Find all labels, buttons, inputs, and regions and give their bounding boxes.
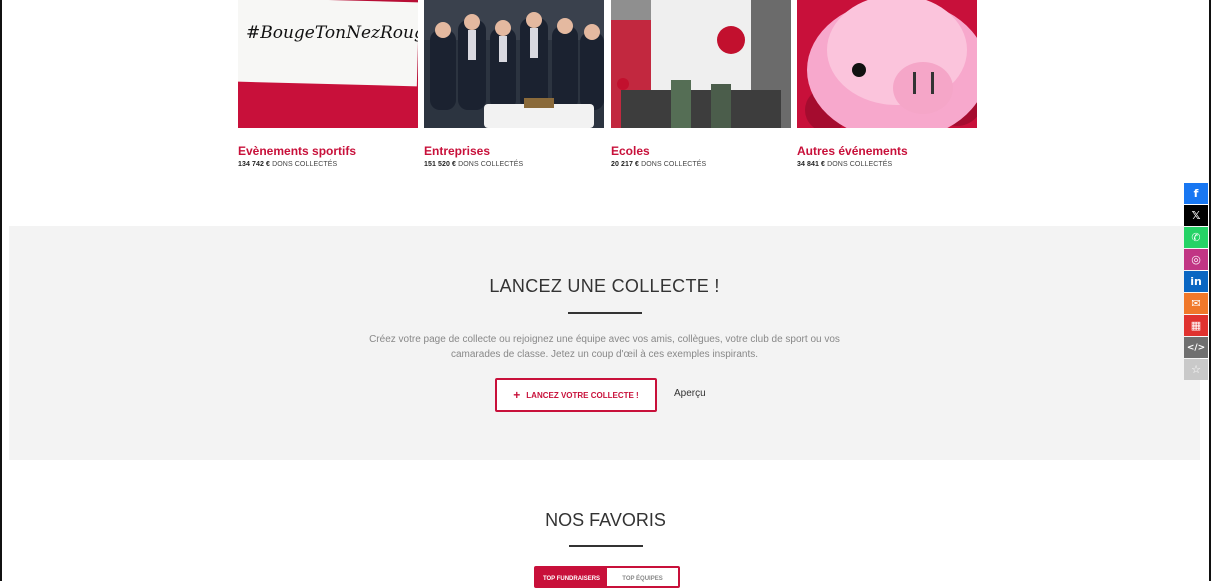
share-bar: f 𝕏 ✆ ◎ in ✉ ▦ </> ☆ [1184, 183, 1208, 381]
instagram-icon[interactable]: ◎ [1184, 249, 1208, 270]
collect-divider [567, 312, 642, 314]
whatsapp-icon[interactable]: ✆ [1184, 227, 1208, 248]
category-image-other[interactable] [797, 0, 977, 128]
category-title[interactable]: Ecoles [611, 144, 791, 158]
favorites-tabs: TOP FUNDRAISERS TOP ÉQUIPES [534, 566, 680, 588]
category-amount: 34 841 € DONS COLLECTÉS [797, 161, 893, 168]
category-card-sport[interactable]: #BougeTonNezRouge Evènements sportifs 13… [238, 0, 418, 168]
qrcode-icon[interactable]: ▦ [1184, 315, 1208, 336]
category-amount: 134 742 € DONS COLLECTÉS [238, 161, 338, 168]
collect-heading: LANCEZ UNE COLLECTE ! [489, 276, 720, 296]
category-amount: 20 217 € DONS COLLECTÉS [611, 161, 707, 168]
tab-top-fundraisers[interactable]: TOP FUNDRAISERS [536, 568, 607, 586]
category-image-companies[interactable] [424, 0, 604, 128]
category-card-schools[interactable]: Ecoles 20 217 € DONS COLLECTÉS [611, 0, 791, 168]
launch-collect-label: LANCEZ VOTRE COLLECTE ! [526, 390, 639, 400]
email-icon[interactable]: ✉ [1184, 293, 1208, 314]
star-icon[interactable]: ☆ [1184, 359, 1208, 380]
category-title[interactable]: Evènements sportifs [238, 144, 418, 158]
sign-text: #BougeTonNezRouge [246, 23, 418, 43]
preview-link[interactable]: Aperçu [674, 388, 706, 399]
favorites-divider [568, 545, 643, 547]
launch-collect-button[interactable]: + LANCEZ VOTRE COLLECTE ! [495, 378, 657, 412]
facebook-icon[interactable]: f [1184, 183, 1208, 204]
x-icon[interactable]: 𝕏 [1184, 205, 1208, 226]
collect-description: Créez votre page de collecte ou rejoigne… [369, 334, 840, 360]
tab-top-teams[interactable]: TOP ÉQUIPES [607, 568, 678, 586]
favorites-heading: NOS FAVORIS [545, 510, 666, 530]
category-title[interactable]: Entreprises [424, 144, 604, 158]
category-title[interactable]: Autres événements [797, 144, 977, 158]
linkedin-icon[interactable]: in [1184, 271, 1208, 292]
category-image-sport[interactable]: #BougeTonNezRouge [238, 0, 418, 128]
category-card-companies[interactable]: Entreprises 151 520 € DONS COLLECTÉS [424, 0, 604, 168]
launch-collect-section: LANCEZ UNE COLLECTE ! Créez votre page d… [9, 226, 1200, 460]
category-card-other[interactable]: Autres événements 34 841 € DONS COLLECTÉ… [797, 0, 977, 168]
category-cards: #BougeTonNezRouge Evènements sportifs 13… [238, 0, 978, 180]
plus-icon: + [513, 388, 521, 402]
embed-icon[interactable]: </> [1184, 337, 1208, 358]
category-image-schools[interactable] [611, 0, 791, 128]
category-amount: 151 520 € DONS COLLECTÉS [424, 161, 524, 168]
